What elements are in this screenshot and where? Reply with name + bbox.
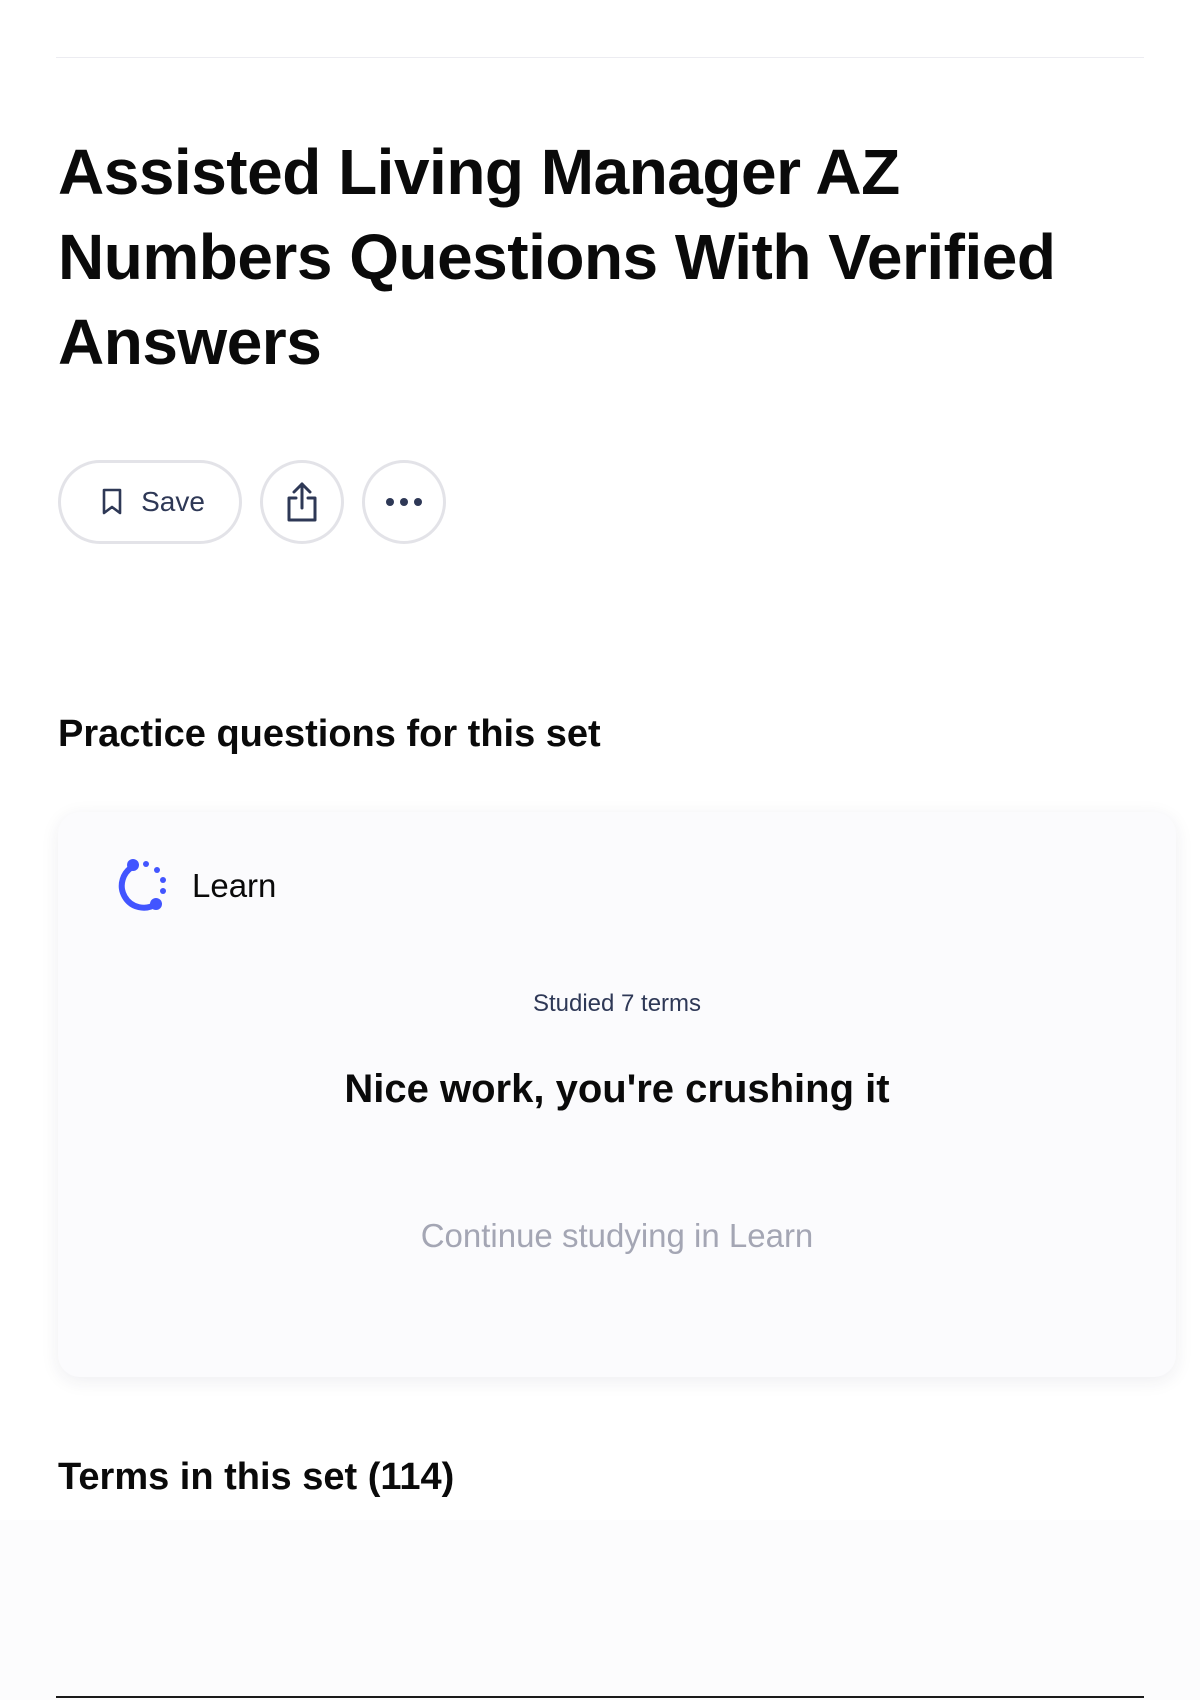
study-set-page: Assisted Living Manager AZ Numbers Quest… — [0, 0, 1200, 1700]
share-button[interactable] — [260, 460, 344, 544]
progress-message: Nice work, you're crushing it — [344, 1067, 890, 1111]
set-actions: Save — [58, 460, 446, 544]
save-button[interactable]: Save — [58, 460, 242, 544]
more-horizontal-icon — [384, 497, 424, 507]
bottom-divider — [56, 1696, 1144, 1698]
bookmark-icon — [101, 488, 123, 516]
terms-list-area — [0, 1520, 1200, 1700]
continue-learn-link[interactable]: Continue studying in Learn — [58, 1217, 1176, 1255]
studied-terms-text: Studied 7 terms — [532, 990, 702, 1017]
practice-questions-heading: Practice questions for this set — [58, 713, 601, 755]
learn-progress-icon — [112, 856, 172, 916]
share-icon — [283, 480, 321, 524]
top-divider — [56, 57, 1144, 58]
set-title: Assisted Living Manager AZ Numbers Quest… — [58, 136, 1056, 378]
terms-heading: Terms in this set (114) — [58, 1456, 455, 1498]
learn-header: Learn — [112, 856, 276, 916]
save-button-label: Save — [141, 486, 205, 517]
learn-card[interactable]: Learn Studied 7 terms Nice work, you're … — [58, 812, 1176, 1377]
learn-label: Learn — [192, 867, 277, 904]
more-options-button[interactable] — [362, 460, 446, 544]
